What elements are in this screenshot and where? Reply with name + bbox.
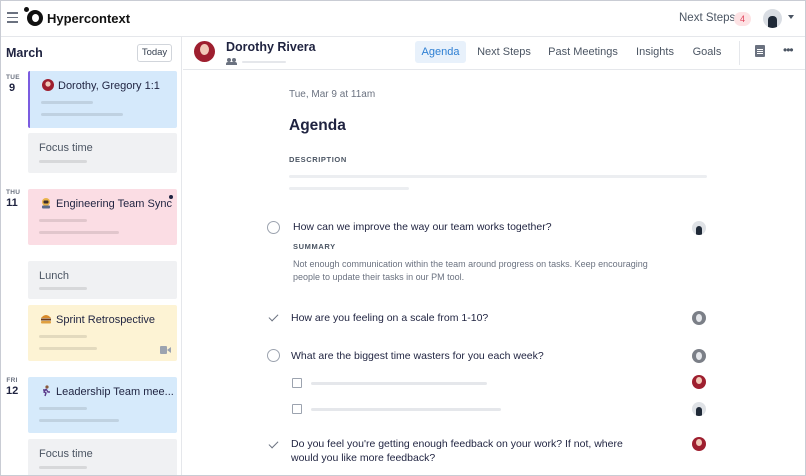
divider — [739, 41, 740, 65]
calendar-event[interactable]: Dorothy, Gregory 1:1 — [28, 71, 177, 128]
placeholder-bar — [242, 61, 286, 63]
event-title: Dorothy, Gregory 1:1 — [58, 80, 160, 92]
hamburger-menu-icon[interactable] — [7, 12, 18, 23]
owner-avatar — [692, 437, 706, 451]
app-window: Hypercontext Next Steps 4 March Today TU… — [0, 0, 806, 476]
agenda-content: Tue, Mar 9 at 11am Agenda DESCRIPTION Ho… — [183, 71, 805, 475]
event-placeholder-bar — [39, 407, 87, 410]
top-bar: Hypercontext Next Steps 4 — [1, 1, 805, 37]
summary-label: SUMMARY — [293, 242, 336, 251]
owner-avatar — [692, 402, 706, 416]
month-label: March — [6, 46, 43, 60]
event-placeholder-bar — [39, 335, 87, 338]
day-label: FRI 12 — [6, 377, 18, 397]
hypercontext-logo-icon — [24, 7, 43, 26]
calendar-event[interactable]: Sprint Retrospective — [28, 305, 177, 361]
user-avatar[interactable] — [763, 9, 782, 28]
calendar-event[interactable]: Leadership Team mee... — [28, 377, 177, 433]
tab-next-steps[interactable]: Next Steps — [474, 41, 534, 63]
complete-circle-toggle[interactable] — [267, 221, 280, 234]
event-placeholder-bar — [39, 466, 87, 469]
chevron-down-icon[interactable] — [788, 15, 794, 19]
checkmark-icon[interactable] — [268, 438, 279, 449]
checkmark-icon[interactable] — [268, 311, 279, 322]
calendar-event[interactable]: Focus time — [28, 439, 177, 475]
event-placeholder-bar — [39, 287, 87, 290]
agenda-item-question[interactable]: How are you feeling on a scale from 1-10… — [291, 311, 488, 325]
description-placeholder-bar[interactable] — [289, 187, 409, 190]
people-icon — [226, 58, 237, 65]
subtask-placeholder-bar[interactable] — [311, 408, 501, 411]
document-icon[interactable] — [755, 45, 765, 57]
owner-avatar — [692, 375, 706, 389]
tab-past-meetings[interactable]: Past Meetings — [545, 41, 621, 63]
description-label: DESCRIPTION — [289, 155, 347, 164]
day-of-week: THU — [6, 189, 21, 196]
subtask-checkbox[interactable] — [292, 404, 302, 414]
burger-emoji-icon — [39, 313, 52, 326]
day-number: 12 — [6, 385, 19, 397]
event-placeholder-bar — [39, 231, 119, 234]
agenda-item-question[interactable]: Do you feel you're getting enough feedba… — [291, 437, 651, 465]
owner-avatar — [692, 221, 706, 235]
next-steps-count-badge: 4 — [734, 12, 751, 26]
event-placeholder-bar — [39, 347, 97, 350]
owner-avatar — [692, 349, 706, 363]
event-placeholder-bar — [39, 219, 87, 222]
event-title: Leadership Team mee... — [56, 386, 174, 398]
event-placeholder-bar — [41, 113, 123, 116]
tab-goals[interactable]: Goals — [689, 41, 725, 63]
meeting-date: Tue, Mar 9 at 11am — [289, 89, 376, 100]
meeting-header: Dorothy Rivera Agenda Next Steps Past Me… — [183, 37, 805, 70]
event-placeholder-bar — [41, 101, 93, 104]
calendar-event[interactable]: Focus time — [28, 133, 177, 173]
day-label: TUE 9 — [6, 74, 20, 94]
page-title: Agenda — [289, 117, 346, 134]
agenda-item-question[interactable]: How can we improve the way our team work… — [293, 220, 552, 234]
event-title: Lunch — [39, 270, 69, 282]
complete-circle-toggle[interactable] — [267, 349, 280, 362]
owner-avatar — [692, 311, 706, 325]
calendar-event[interactable]: Engineering Team Sync — [28, 189, 177, 245]
tab-insights[interactable]: Insights — [631, 41, 679, 63]
calendar-event[interactable]: Lunch — [28, 261, 177, 299]
event-placeholder-bar — [39, 160, 87, 163]
day-number: 11 — [6, 197, 18, 209]
day-of-week: FRI — [6, 377, 18, 384]
event-title: Focus time — [39, 142, 93, 154]
runner-emoji-icon — [39, 385, 52, 398]
next-steps-link[interactable]: Next Steps — [679, 12, 735, 24]
subtask-checkbox[interactable] — [292, 378, 302, 388]
person-name: Dorothy Rivera — [226, 40, 316, 54]
day-label: THU 11 — [6, 189, 21, 209]
today-button[interactable]: Today — [137, 44, 172, 62]
brand-name: Hypercontext — [47, 11, 131, 26]
event-title: Sprint Retrospective — [56, 314, 156, 326]
calendar-sidebar: March Today TUE 9 Dorothy, Gregory 1:1 F… — [1, 37, 182, 475]
event-placeholder-bar — [39, 419, 119, 422]
video-icon — [160, 346, 171, 354]
day-number: 9 — [8, 82, 16, 94]
event-title: Engineering Team Sync — [56, 198, 172, 210]
agenda-item-question[interactable]: What are the biggest time wasters for yo… — [291, 349, 544, 363]
avatar-icon — [41, 79, 54, 92]
astronaut-emoji-icon — [39, 197, 52, 210]
event-title: Focus time — [39, 448, 93, 460]
unread-dot — [169, 195, 173, 199]
person-avatar — [194, 41, 215, 62]
tab-agenda[interactable]: Agenda — [415, 41, 466, 63]
day-of-week: TUE — [6, 74, 20, 81]
summary-text[interactable]: Not enough communication within the team… — [293, 258, 653, 284]
description-placeholder-bar[interactable] — [289, 175, 707, 178]
more-options-icon[interactable]: ••• — [783, 44, 794, 56]
subtask-placeholder-bar[interactable] — [311, 382, 487, 385]
